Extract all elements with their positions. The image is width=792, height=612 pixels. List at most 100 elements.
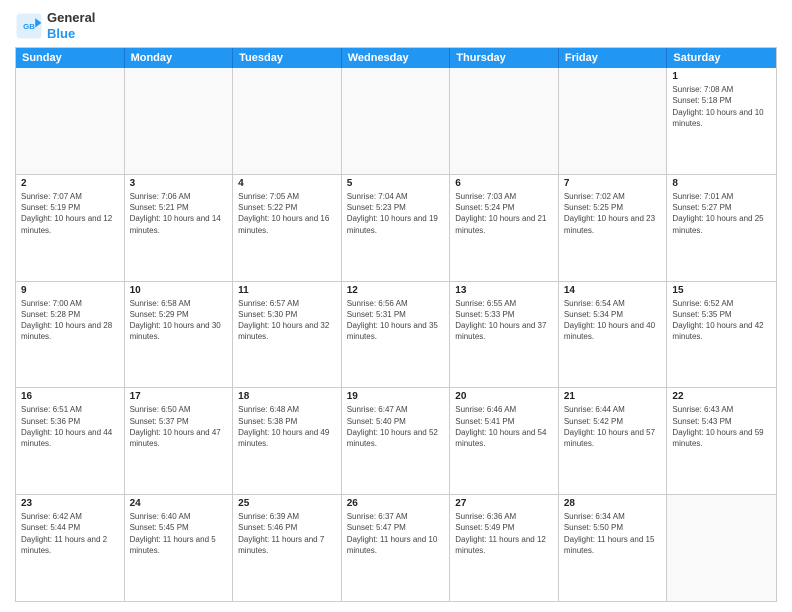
calendar-header-cell: Wednesday — [342, 48, 451, 68]
day-number: 4 — [238, 178, 336, 189]
day-number: 23 — [21, 498, 119, 509]
day-info: Sunrise: 6:36 AM Sunset: 5:49 PM Dayligh… — [455, 511, 553, 556]
day-number: 18 — [238, 391, 336, 402]
day-number: 10 — [130, 285, 228, 296]
calendar-cell — [125, 68, 234, 174]
calendar-cell: 6 Sunrise: 7:03 AM Sunset: 5:24 PM Daylig… — [450, 175, 559, 281]
day-number: 24 — [130, 498, 228, 509]
calendar-header: SundayMondayTuesdayWednesdayThursdayFrid… — [16, 48, 776, 68]
calendar-cell: 26 Sunrise: 6:37 AM Sunset: 5:47 PM Dayli… — [342, 495, 451, 601]
day-number: 27 — [455, 498, 553, 509]
calendar-cell: 5Sunrise: 7:04 AM Sunset: 5:23 PM Daylig… — [342, 175, 451, 281]
calendar-cell: 11 Sunrise: 6:57 AM Sunset: 5:30 PM Dayli… — [233, 282, 342, 388]
day-info: Sunrise: 7:01 AM Sunset: 5:27 PM Dayligh… — [672, 191, 771, 236]
calendar-cell: 22 Sunrise: 6:43 AM Sunset: 5:43 PM Dayli… — [667, 388, 776, 494]
calendar: SundayMondayTuesdayWednesdayThursdayFrid… — [15, 47, 777, 602]
calendar-cell — [233, 68, 342, 174]
calendar-cell: 7 Sunrise: 7:02 AM Sunset: 5:25 PM Daylig… — [559, 175, 668, 281]
calendar-cell: 18 Sunrise: 6:48 AM Sunset: 5:38 PM Dayli… — [233, 388, 342, 494]
day-info: Sunrise: 7:06 AM Sunset: 5:21 PM Dayligh… — [130, 191, 228, 236]
day-info: Sunrise: 7:08 AM Sunset: 5:18 PM Dayligh… — [672, 84, 771, 129]
day-info: Sunrise: 7:05 AM Sunset: 5:22 PM Dayligh… — [238, 191, 336, 236]
calendar-cell: 21 Sunrise: 6:44 AM Sunset: 5:42 PM Dayli… — [559, 388, 668, 494]
calendar-row: 9 Sunrise: 7:00 AM Sunset: 5:28 PM Daylig… — [16, 281, 776, 388]
day-number: 19 — [347, 391, 445, 402]
day-number: 26 — [347, 498, 445, 509]
calendar-cell: 20 Sunrise: 6:46 AM Sunset: 5:41 PM Dayli… — [450, 388, 559, 494]
svg-text:GB: GB — [23, 22, 35, 31]
calendar-row: 16 Sunrise: 6:51 AM Sunset: 5:36 PM Dayli… — [16, 387, 776, 494]
day-info: Sunrise: 6:52 AM Sunset: 5:35 PM Dayligh… — [672, 298, 771, 343]
calendar-cell: 3Sunrise: 7:06 AM Sunset: 5:21 PM Daylig… — [125, 175, 234, 281]
calendar-cell: 23 Sunrise: 6:42 AM Sunset: 5:44 PM Dayli… — [16, 495, 125, 601]
day-info: Sunrise: 6:55 AM Sunset: 5:33 PM Dayligh… — [455, 298, 553, 343]
calendar-cell: 14 Sunrise: 6:54 AM Sunset: 5:34 PM Dayli… — [559, 282, 668, 388]
calendar-cell — [559, 68, 668, 174]
calendar-cell: 16 Sunrise: 6:51 AM Sunset: 5:36 PM Dayli… — [16, 388, 125, 494]
day-info: Sunrise: 6:51 AM Sunset: 5:36 PM Dayligh… — [21, 404, 119, 449]
calendar-cell — [450, 68, 559, 174]
day-info: Sunrise: 6:39 AM Sunset: 5:46 PM Dayligh… — [238, 511, 336, 556]
day-info: Sunrise: 7:00 AM Sunset: 5:28 PM Dayligh… — [21, 298, 119, 343]
calendar-header-cell: Thursday — [450, 48, 559, 68]
day-number: 6 — [455, 178, 553, 189]
day-info: Sunrise: 6:40 AM Sunset: 5:45 PM Dayligh… — [130, 511, 228, 556]
day-number: 7 — [564, 178, 662, 189]
day-number: 14 — [564, 285, 662, 296]
day-info: Sunrise: 6:34 AM Sunset: 5:50 PM Dayligh… — [564, 511, 662, 556]
day-info: Sunrise: 7:04 AM Sunset: 5:23 PM Dayligh… — [347, 191, 445, 236]
day-info: Sunrise: 6:54 AM Sunset: 5:34 PM Dayligh… — [564, 298, 662, 343]
day-number: 28 — [564, 498, 662, 509]
day-number: 22 — [672, 391, 771, 402]
day-number: 11 — [238, 285, 336, 296]
day-info: Sunrise: 6:42 AM Sunset: 5:44 PM Dayligh… — [21, 511, 119, 556]
day-number: 21 — [564, 391, 662, 402]
calendar-cell: 9 Sunrise: 7:00 AM Sunset: 5:28 PM Daylig… — [16, 282, 125, 388]
day-number: 25 — [238, 498, 336, 509]
calendar-body: 1 Sunrise: 7:08 AM Sunset: 5:18 PM Daylig… — [16, 68, 776, 601]
calendar-cell: 1 Sunrise: 7:08 AM Sunset: 5:18 PM Daylig… — [667, 68, 776, 174]
day-number: 13 — [455, 285, 553, 296]
calendar-row: 23 Sunrise: 6:42 AM Sunset: 5:44 PM Dayli… — [16, 494, 776, 601]
day-info: Sunrise: 6:46 AM Sunset: 5:41 PM Dayligh… — [455, 404, 553, 449]
calendar-cell: 17 Sunrise: 6:50 AM Sunset: 5:37 PM Dayli… — [125, 388, 234, 494]
logo: GB General Blue — [15, 10, 95, 41]
logo-text: General Blue — [47, 10, 95, 41]
calendar-cell: 10 Sunrise: 6:58 AM Sunset: 5:29 PM Dayli… — [125, 282, 234, 388]
day-info: Sunrise: 6:44 AM Sunset: 5:42 PM Dayligh… — [564, 404, 662, 449]
header: GB General Blue — [15, 10, 777, 41]
day-info: Sunrise: 6:58 AM Sunset: 5:29 PM Dayligh… — [130, 298, 228, 343]
day-info: Sunrise: 6:50 AM Sunset: 5:37 PM Dayligh… — [130, 404, 228, 449]
day-number: 9 — [21, 285, 119, 296]
day-info: Sunrise: 6:43 AM Sunset: 5:43 PM Dayligh… — [672, 404, 771, 449]
calendar-header-cell: Sunday — [16, 48, 125, 68]
calendar-cell — [667, 495, 776, 601]
day-number: 16 — [21, 391, 119, 402]
calendar-cell: 13 Sunrise: 6:55 AM Sunset: 5:33 PM Dayli… — [450, 282, 559, 388]
day-info: Sunrise: 7:03 AM Sunset: 5:24 PM Dayligh… — [455, 191, 553, 236]
day-info: Sunrise: 6:57 AM Sunset: 5:30 PM Dayligh… — [238, 298, 336, 343]
calendar-cell — [16, 68, 125, 174]
calendar-cell: 19 Sunrise: 6:47 AM Sunset: 5:40 PM Dayli… — [342, 388, 451, 494]
calendar-header-cell: Tuesday — [233, 48, 342, 68]
calendar-cell: 28 Sunrise: 6:34 AM Sunset: 5:50 PM Dayli… — [559, 495, 668, 601]
day-info: Sunrise: 6:56 AM Sunset: 5:31 PM Dayligh… — [347, 298, 445, 343]
calendar-row: 1 Sunrise: 7:08 AM Sunset: 5:18 PM Daylig… — [16, 68, 776, 174]
calendar-cell: 15Sunrise: 6:52 AM Sunset: 5:35 PM Dayli… — [667, 282, 776, 388]
calendar-row: 2Sunrise: 7:07 AM Sunset: 5:19 PM Daylig… — [16, 174, 776, 281]
day-info: Sunrise: 6:48 AM Sunset: 5:38 PM Dayligh… — [238, 404, 336, 449]
day-info: Sunrise: 7:07 AM Sunset: 5:19 PM Dayligh… — [21, 191, 119, 236]
calendar-cell: 12Sunrise: 6:56 AM Sunset: 5:31 PM Dayli… — [342, 282, 451, 388]
day-info: Sunrise: 6:47 AM Sunset: 5:40 PM Dayligh… — [347, 404, 445, 449]
calendar-cell: 25 Sunrise: 6:39 AM Sunset: 5:46 PM Dayli… — [233, 495, 342, 601]
calendar-cell: 8 Sunrise: 7:01 AM Sunset: 5:27 PM Daylig… — [667, 175, 776, 281]
day-info: Sunrise: 7:02 AM Sunset: 5:25 PM Dayligh… — [564, 191, 662, 236]
calendar-header-cell: Saturday — [667, 48, 776, 68]
day-number: 8 — [672, 178, 771, 189]
calendar-header-cell: Friday — [559, 48, 668, 68]
day-number: 20 — [455, 391, 553, 402]
day-number: 1 — [672, 71, 771, 82]
calendar-cell: 24 Sunrise: 6:40 AM Sunset: 5:45 PM Dayli… — [125, 495, 234, 601]
day-info: Sunrise: 6:37 AM Sunset: 5:47 PM Dayligh… — [347, 511, 445, 556]
day-number: 17 — [130, 391, 228, 402]
